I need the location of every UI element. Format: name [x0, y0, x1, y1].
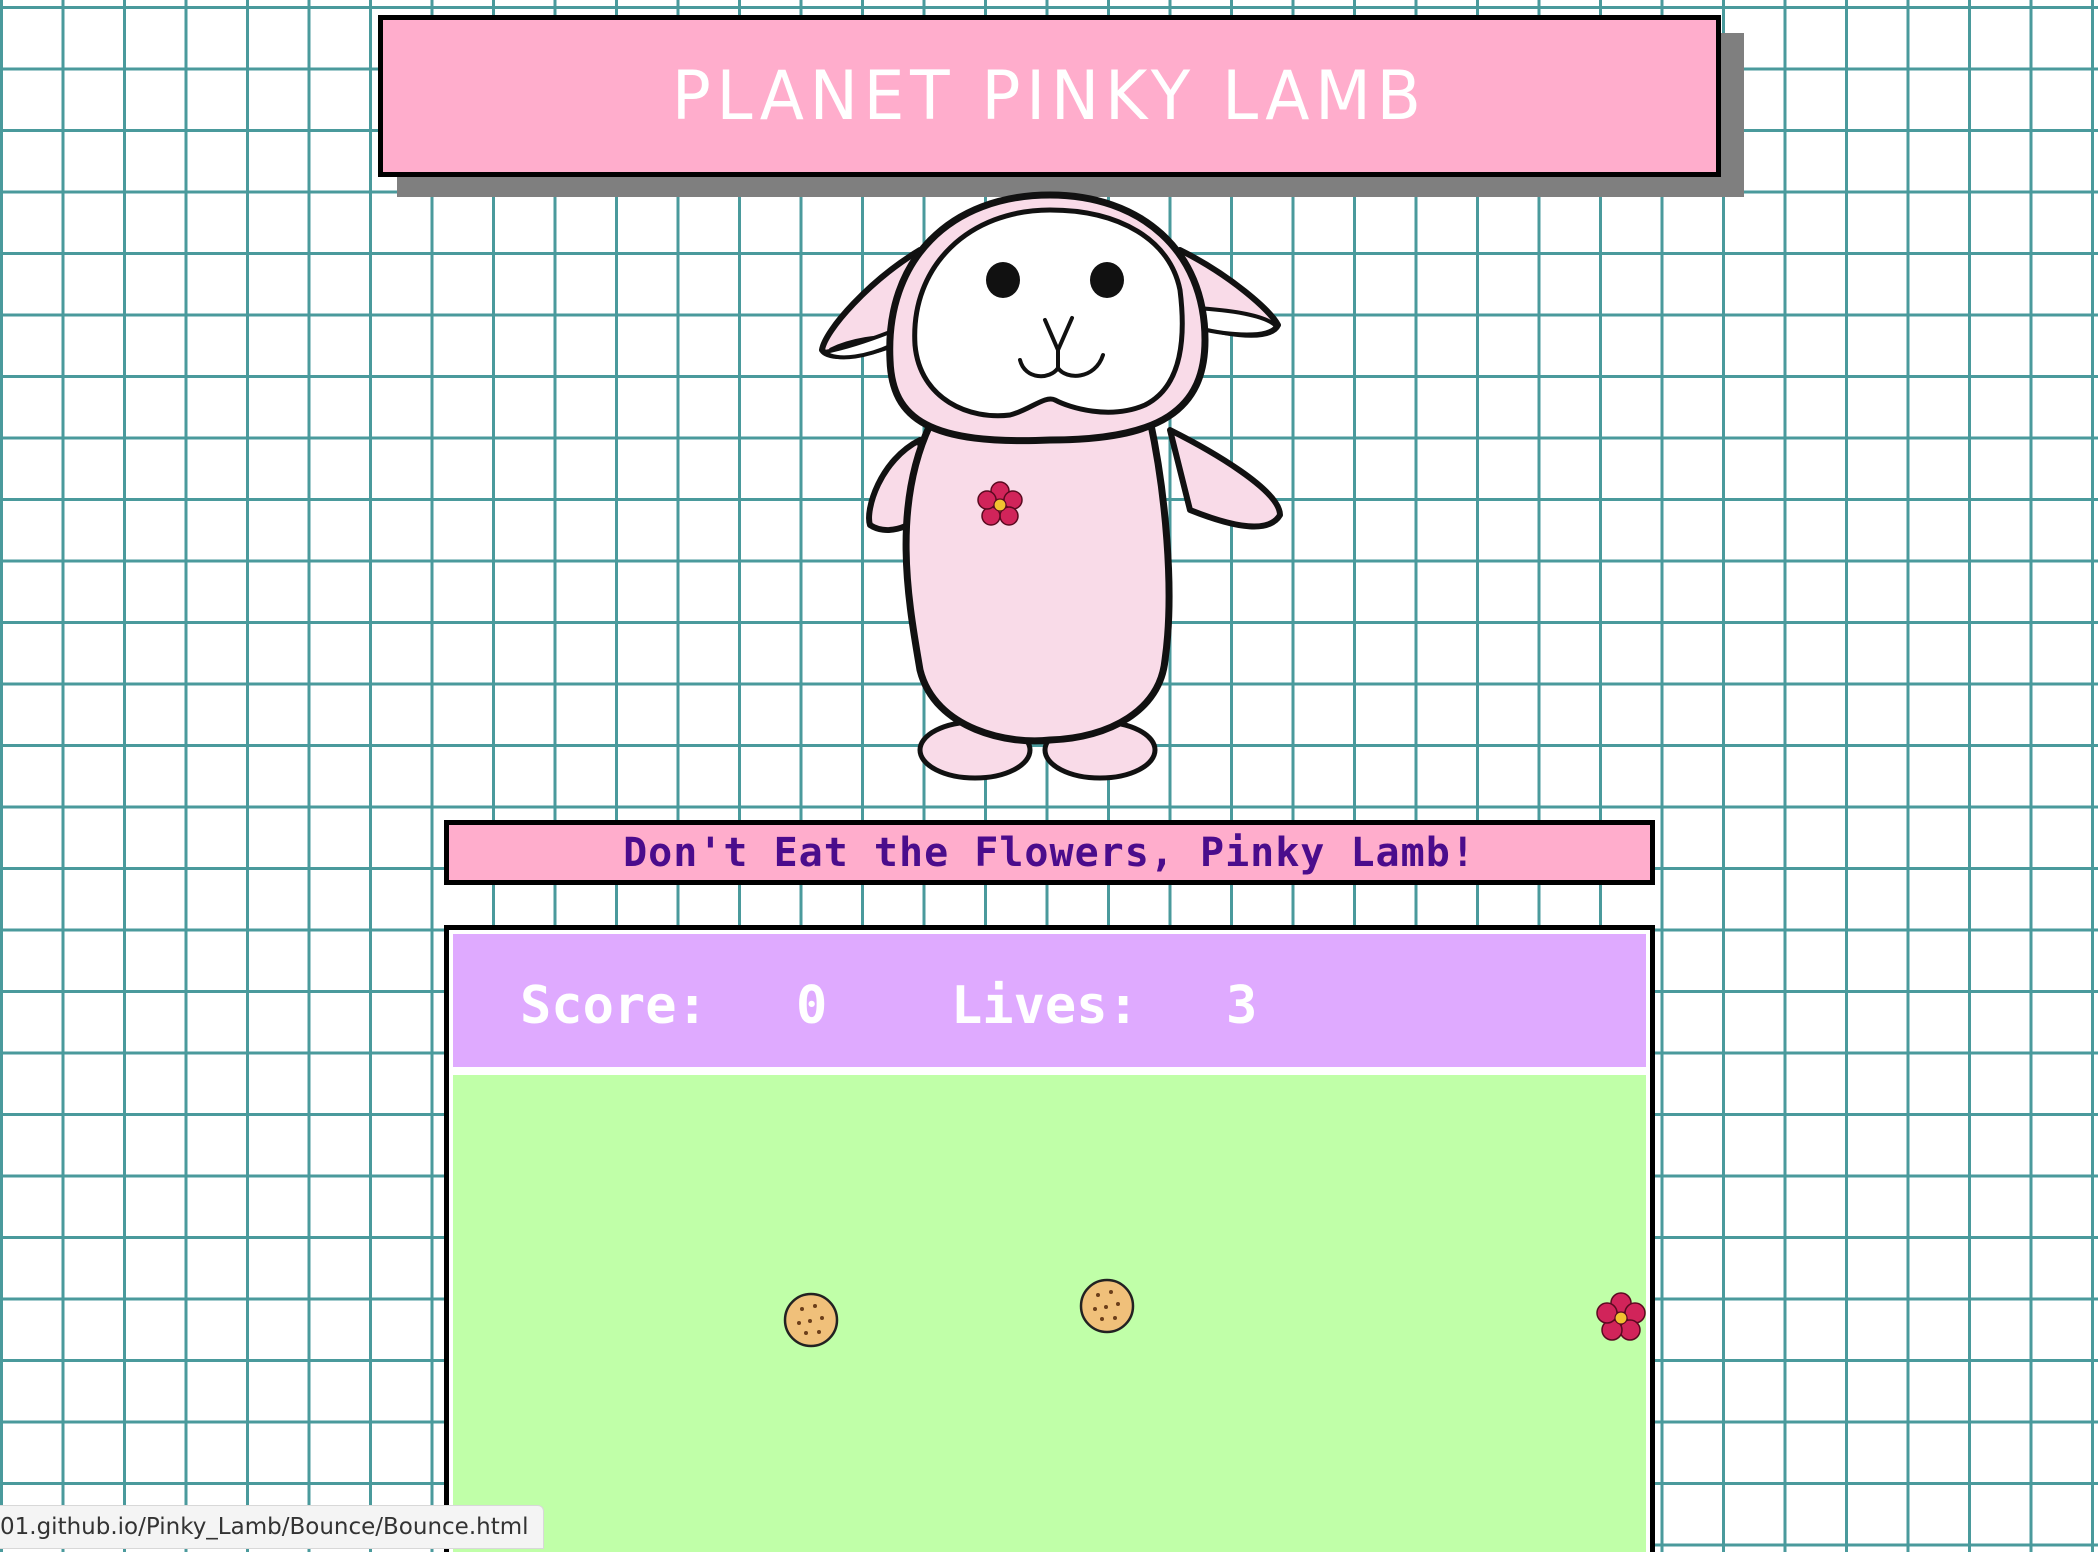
game-title: Don't Eat the Flowers, Pinky Lamb! [623, 829, 1476, 876]
score-bar: Score: 0 Lives: 3 [453, 934, 1646, 1067]
flower-icon [1596, 1292, 1646, 1341]
cookie-icon [783, 1292, 839, 1348]
score-value: 0 [796, 976, 828, 1036]
play-field[interactable] [453, 1075, 1646, 1552]
title-banner: PLANET PINKY LAMB [378, 15, 1721, 177]
lives-value: 3 [1226, 976, 1258, 1036]
game-title-banner: Don't Eat the Flowers, Pinky Lamb! [444, 820, 1655, 885]
score-label: Score: [520, 976, 708, 1036]
page-title: PLANET PINKY LAMB [672, 56, 1427, 136]
lives-label: Lives: [951, 976, 1139, 1036]
cookie-icon [1079, 1278, 1135, 1334]
pinky-lamb-icon [819, 191, 1283, 781]
status-bar-url: 01.github.io/Pinky_Lamb/Bounce/Bounce.ht… [0, 1505, 544, 1549]
game-canvas[interactable]: Score: 0 Lives: 3 [444, 925, 1655, 1552]
